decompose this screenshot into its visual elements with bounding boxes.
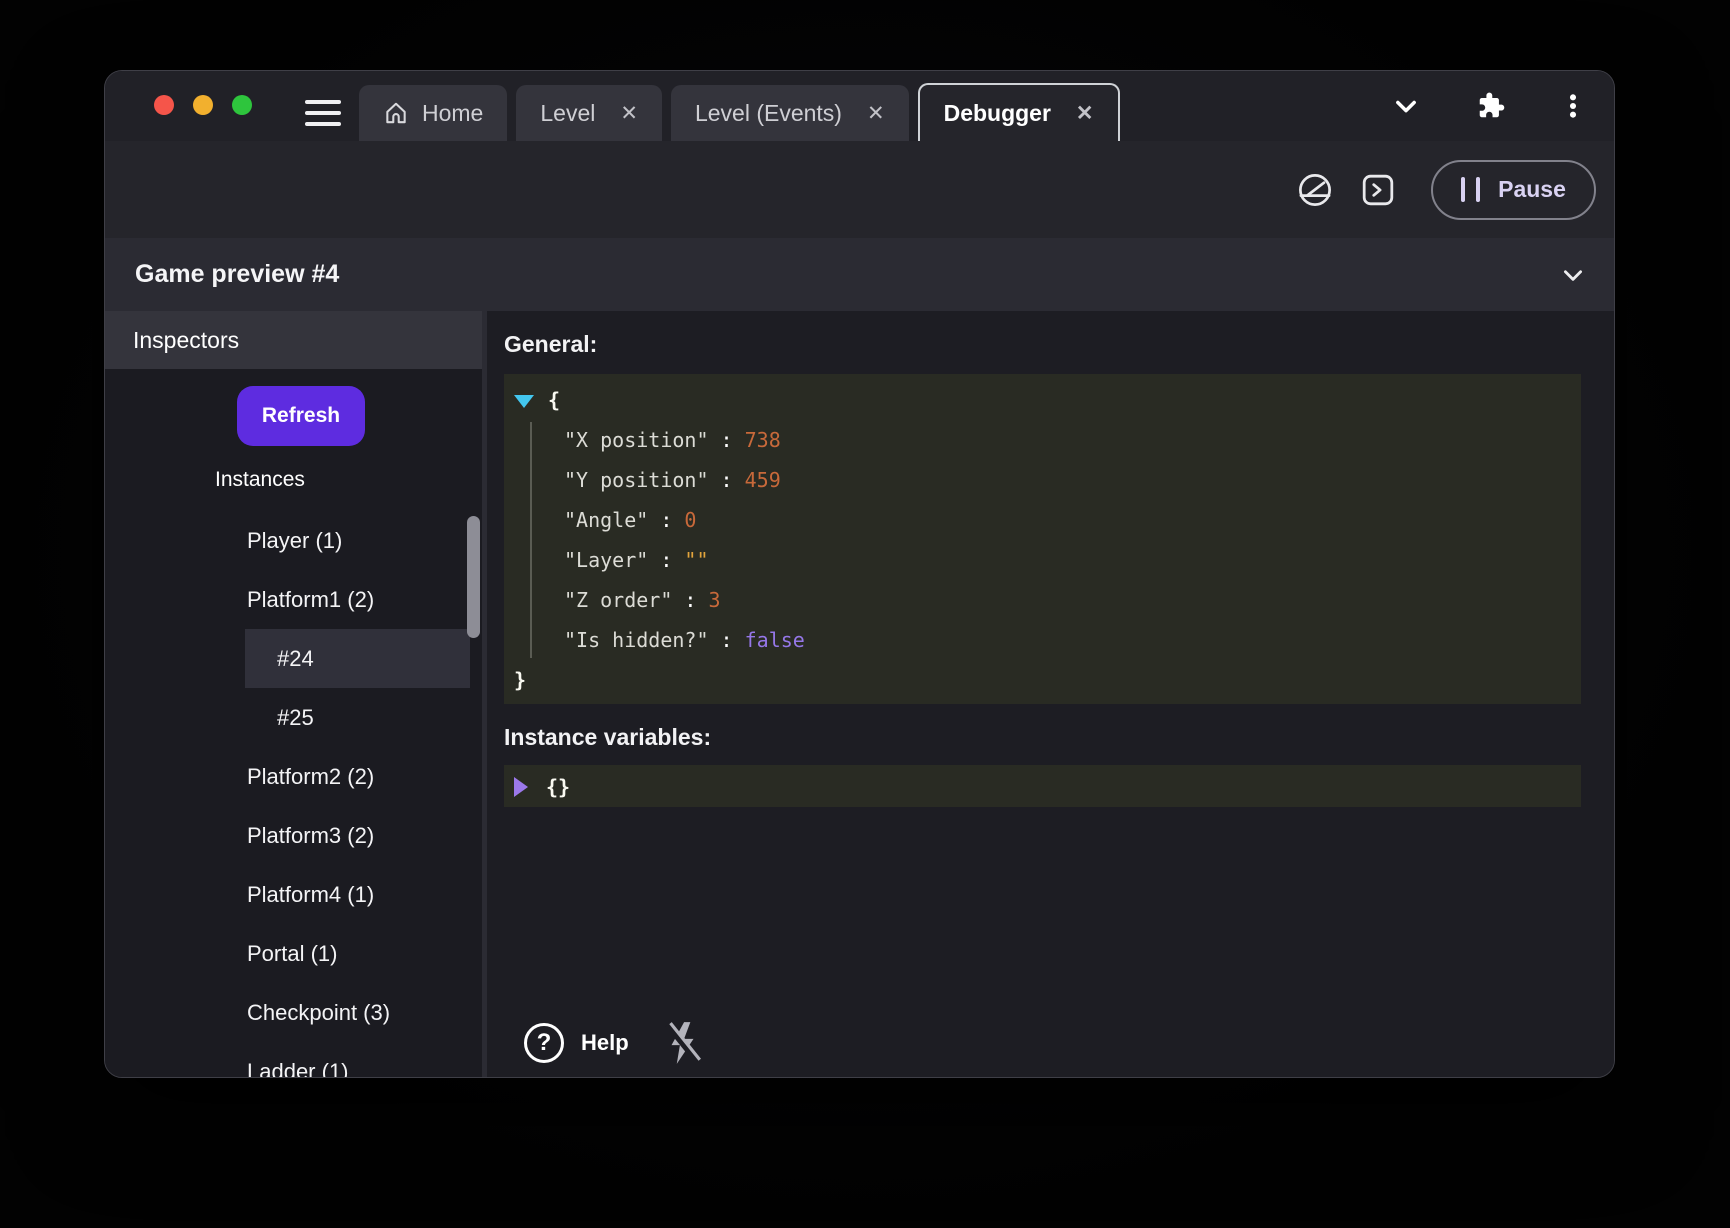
inspectors-header: Inspectors <box>105 311 482 369</box>
tab-label: Level (Events) <box>695 100 842 127</box>
zoom-window-button[interactable] <box>232 95 252 115</box>
pause-icon <box>1461 177 1480 202</box>
instance-item-platform1-2[interactable]: Platform1 (2) <box>105 570 482 629</box>
instance-item-portal-1[interactable]: Portal (1) <box>105 924 482 983</box>
instance-variables-value: {} <box>546 767 570 807</box>
traffic-lights <box>154 95 252 115</box>
instance-variables-label: Instance variables: <box>504 724 1581 751</box>
minimize-window-button[interactable] <box>193 95 213 115</box>
tab-label: Level <box>540 100 595 127</box>
instance-item-25[interactable]: #25 <box>105 688 482 747</box>
instance-item-platform3-2[interactable]: Platform3 (2) <box>105 806 482 865</box>
close-tab-icon[interactable]: ✕ <box>620 101 638 126</box>
close-window-button[interactable] <box>154 95 174 115</box>
app-window: Home Level ✕ Level (Events) ✕ Debugger ✕ <box>104 70 1615 1078</box>
json-close-line: } <box>514 660 1581 700</box>
console-icon[interactable] <box>1361 173 1395 207</box>
tabbar-actions <box>1392 71 1586 141</box>
json-property: "X position" : 738 <box>514 420 1581 460</box>
json-property: "Z order" : 3 <box>514 580 1581 620</box>
help-button[interactable]: ? Help <box>524 1023 629 1063</box>
pause-button[interactable]: Pause <box>1431 160 1596 220</box>
instances-tree: Player (1)Platform1 (2)#24#25Platform2 (… <box>105 511 482 1078</box>
json-open-line: { <box>514 380 1581 420</box>
inspector-detail-panel: General: { "X position" : 738"Y position… <box>487 311 1614 1078</box>
tab-level[interactable]: Level ✕ <box>516 85 662 141</box>
close-tab-icon[interactable]: ✕ <box>1076 101 1094 126</box>
json-property: "Angle" : 0 <box>514 500 1581 540</box>
instance-item-platform4-1[interactable]: Platform4 (1) <box>105 865 482 924</box>
refresh-button[interactable]: Refresh <box>237 386 365 446</box>
desktop-background: Home Level ✕ Level (Events) ✕ Debugger ✕ <box>0 0 1730 1228</box>
collapse-triangle-icon[interactable] <box>514 395 534 408</box>
instance-item-platform2-2[interactable]: Platform2 (2) <box>105 747 482 806</box>
chevron-down-icon[interactable] <box>1392 92 1420 120</box>
preview-chevron-down-icon[interactable] <box>1560 262 1586 288</box>
instance-item-24[interactable]: #24 <box>245 629 470 688</box>
general-section-label: General: <box>504 331 1581 358</box>
general-json-viewer: { "X position" : 738"Y position" : 459"A… <box>504 374 1581 704</box>
footer-row: ? Help <box>524 1017 1581 1069</box>
game-preview-header[interactable]: Game preview #4 <box>105 238 1614 311</box>
profiler-speedometer-icon[interactable] <box>1297 172 1333 208</box>
main-menu-icon[interactable] <box>305 100 341 126</box>
json-property: "Y position" : 459 <box>514 460 1581 500</box>
tab-strip: Home Level ✕ Level (Events) ✕ Debugger ✕ <box>359 83 1120 141</box>
tab-label: Debugger <box>944 100 1051 127</box>
tab-debugger[interactable]: Debugger ✕ <box>918 83 1120 141</box>
json-property: "Layer" : "" <box>514 540 1581 580</box>
inspectors-sidebar: Inspectors Refresh Instances Player (1)P… <box>105 311 482 1078</box>
instances-label[interactable]: Instances <box>215 468 482 492</box>
debugger-toolbar: Pause <box>105 141 1614 238</box>
game-preview-title: Game preview #4 <box>135 260 1560 289</box>
kebab-menu-icon[interactable] <box>1560 91 1586 121</box>
help-label: Help <box>581 1030 629 1056</box>
close-tab-icon[interactable]: ✕ <box>867 101 885 126</box>
instance-variables-viewer: {} <box>504 765 1581 807</box>
inspectors-tree-panel: Refresh Instances Player (1)Platform1 (2… <box>105 369 482 1078</box>
instance-item-checkpoint-3[interactable]: Checkpoint (3) <box>105 983 482 1042</box>
expand-triangle-icon[interactable] <box>514 777 528 797</box>
question-mark-icon: ? <box>524 1023 564 1063</box>
tab-label: Home <box>422 100 483 127</box>
tab-bar: Home Level ✕ Level (Events) ✕ Debugger ✕ <box>105 71 1614 141</box>
instance-item-ladder-1[interactable]: Ladder (1) <box>105 1042 482 1078</box>
pause-button-label: Pause <box>1498 176 1566 203</box>
debugger-content: Inspectors Refresh Instances Player (1)P… <box>105 311 1614 1078</box>
json-property: "Is hidden?" : false <box>514 620 1581 660</box>
extensions-puzzle-icon[interactable] <box>1474 90 1506 122</box>
sidebar-scrollbar[interactable] <box>467 516 480 638</box>
home-icon <box>383 100 409 126</box>
instance-item-player-1[interactable]: Player (1) <box>105 511 482 570</box>
tab-level-events[interactable]: Level (Events) ✕ <box>671 85 909 141</box>
tab-home[interactable]: Home <box>359 85 507 141</box>
flash-off-icon[interactable] <box>663 1020 701 1066</box>
